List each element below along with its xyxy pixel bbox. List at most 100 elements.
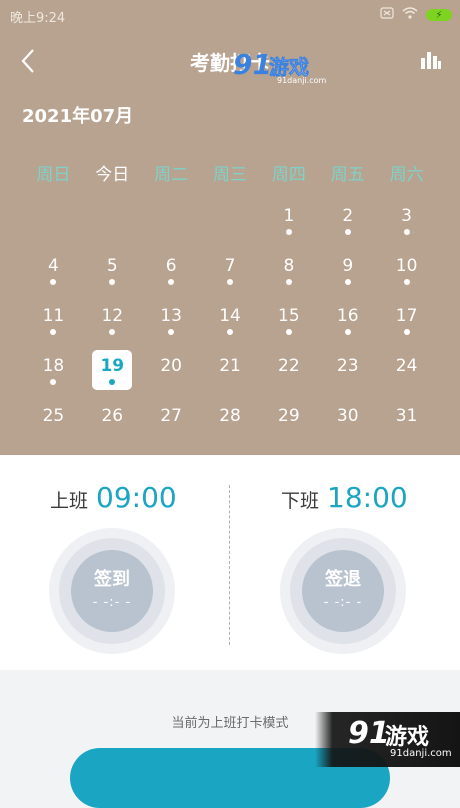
attendance-dot <box>403 329 410 335</box>
end-shift-label: 下班 <box>281 490 320 512</box>
calendar-day[interactable]: 1 <box>259 198 318 248</box>
calendar-day[interactable]: 27 <box>142 398 201 448</box>
calendar-week-row: 1 2 3 <box>24 198 436 248</box>
weekday-label: 周日 <box>36 165 71 185</box>
attendance-dot <box>227 329 233 335</box>
calendar-day[interactable]: 2 <box>318 198 377 248</box>
watermark-logo-url: 91danji.com <box>277 76 327 85</box>
calendar-week-row: 11 12 13 14 15 16 17 <box>24 298 436 348</box>
statistics-button[interactable] <box>420 50 442 70</box>
calendar-day-number: 3 <box>401 206 412 226</box>
calendar-day[interactable]: 14 <box>201 298 260 348</box>
calendar-day[interactable]: 20 <box>142 348 201 398</box>
calendar-day[interactable]: 10 <box>377 248 436 298</box>
calendar-day[interactable]: 11 <box>24 298 83 348</box>
calendar-day[interactable]: 25 <box>24 398 83 448</box>
calendar-day[interactable]: 5 <box>83 248 142 298</box>
calendar-day[interactable]: 12 <box>83 298 142 348</box>
status-bar: 晚上9:24 ⚡ <box>0 0 460 30</box>
calendar-day[interactable]: 16 <box>318 298 377 348</box>
calendar-day[interactable]: 6 <box>142 248 201 298</box>
calendar-day-selected[interactable]: 19 <box>83 348 142 398</box>
calendar-day[interactable]: 28 <box>201 398 260 448</box>
calendar-day[interactable]: 9 <box>318 248 377 298</box>
calendar-day[interactable]: 8 <box>259 248 318 298</box>
calendar-day-number: 10 <box>395 256 418 276</box>
calendar-empty-cell <box>83 198 142 248</box>
calendar-day-number: 1 <box>283 206 295 226</box>
watermark-logo-text: 游戏 <box>385 725 430 750</box>
calendar-empty-cell <box>201 198 260 248</box>
calendar-day[interactable]: 23 <box>318 348 377 398</box>
check-in-panel: 上班 09:00 下班 18:00 签到 - -:- - 签退 - -:- - <box>0 455 460 670</box>
weekday-header: 周日 今日 周二 周三 周四 周五 周六 <box>24 160 436 185</box>
calendar-day-number: 31 <box>395 406 418 426</box>
calendar-day[interactable]: 7 <box>201 248 260 298</box>
weekday-label: 今日 <box>95 165 130 185</box>
calendar-day[interactable]: 15 <box>259 298 318 348</box>
calendar-day-number: 17 <box>395 306 418 326</box>
month-label: 2021年07月 <box>22 106 134 127</box>
watermark-logo-top: 91 游戏 91danji.com <box>233 48 328 86</box>
attendance-dot <box>227 279 233 285</box>
calendar-day[interactable]: 4 <box>24 248 83 298</box>
end-shift: 下班 18:00 <box>281 481 408 514</box>
calendar-day-number: 30 <box>336 406 359 426</box>
calendar-day[interactable]: 29 <box>259 398 318 448</box>
calendar-day-number: 9 <box>342 256 354 276</box>
calendar-day[interactable]: 3 <box>377 198 436 248</box>
calendar-day[interactable]: 13 <box>142 298 201 348</box>
calendar-day-number: 23 <box>336 356 359 376</box>
attendance-dot <box>344 279 351 285</box>
calendar-day-number: 12 <box>101 306 124 326</box>
sim-icon <box>380 7 394 23</box>
check-in-time-placeholder: - -:- - <box>92 595 132 610</box>
calendar-day[interactable]: 30 <box>318 398 377 448</box>
check-out-label: 签退 <box>325 569 361 590</box>
calendar-day-number: 28 <box>219 406 241 426</box>
calendar-day[interactable]: 17 <box>377 298 436 348</box>
shift-divider <box>229 485 230 645</box>
calendar-day-number: 22 <box>278 356 300 376</box>
calendar-day-number: 6 <box>165 256 177 276</box>
attendance-dot <box>50 379 57 385</box>
check-out-time-placeholder: - -:- - <box>323 595 363 610</box>
calendar-day-number: 26 <box>101 406 124 426</box>
calendar-week-row: 4 5 6 7 8 9 10 <box>24 248 436 298</box>
calendar-day-number: 18 <box>42 356 65 376</box>
page-title: 考勤打卡 <box>190 51 270 75</box>
calendar-day-number: 29 <box>278 406 300 426</box>
attendance-dot <box>109 279 116 285</box>
calendar-day[interactable]: 18 <box>24 348 83 398</box>
wifi-icon <box>402 7 418 23</box>
attendance-dot <box>285 229 292 235</box>
calendar-day[interactable]: 21 <box>201 348 260 398</box>
calendar-day[interactable]: 26 <box>83 398 142 448</box>
nav-bar: 考勤打卡 <box>0 40 460 80</box>
weekday-label: 周六 <box>389 165 424 185</box>
calendar-day-number: 24 <box>395 356 418 376</box>
calendar-week-row: 25 26 27 28 29 30 31 <box>24 398 436 448</box>
attendance-dot <box>344 329 351 335</box>
check-out-button[interactable]: 签退 - -:- - <box>280 528 406 654</box>
check-in-button[interactable]: 签到 - -:- - <box>49 528 175 654</box>
watermark-logo-bottom: 91 游戏 91danji.com <box>315 712 460 767</box>
attendance-dot <box>403 279 410 285</box>
calendar-day[interactable]: 22 <box>259 348 318 398</box>
watermark-logo-number: 91 <box>348 716 390 751</box>
check-in-label: 签到 <box>94 569 130 590</box>
calendar-day-number: 19 <box>100 356 125 376</box>
calendar-day-number: 20 <box>160 356 182 376</box>
bar-chart-icon <box>421 52 441 69</box>
calendar-day-number: 27 <box>160 406 182 426</box>
calendar-day-number: 16 <box>336 306 359 326</box>
calendar-day[interactable]: 31 <box>377 398 436 448</box>
calendar-empty-cell <box>142 198 201 248</box>
attendance-dot <box>403 229 410 235</box>
calendar-day[interactable]: 24 <box>377 348 436 398</box>
status-time: 晚上9:24 <box>10 11 66 26</box>
attendance-dot <box>168 329 175 335</box>
attendance-dot <box>285 279 292 285</box>
attendance-dot <box>344 229 351 235</box>
end-shift-time: 18:00 <box>327 481 408 514</box>
